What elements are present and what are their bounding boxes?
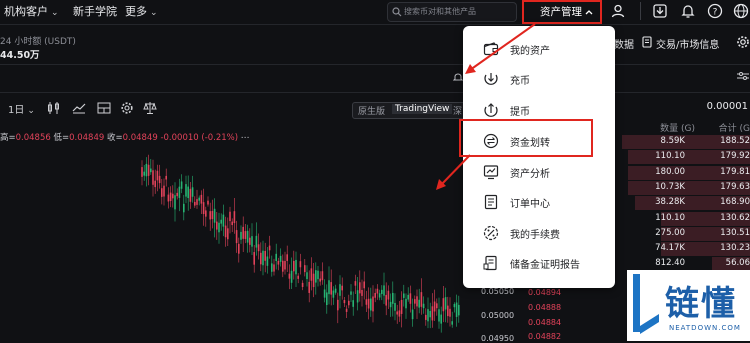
logo-mark-icon bbox=[633, 274, 659, 334]
logo-brand-text: 链懂 bbox=[665, 284, 737, 324]
logo-domain-text: NEATDOWN.COM bbox=[669, 324, 741, 332]
annotation-arrow bbox=[439, 154, 471, 187]
watermark-logo: 链懂 NEATDOWN.COM bbox=[627, 270, 750, 341]
arrow-head bbox=[465, 64, 476, 74]
annotation-arrow bbox=[469, 23, 536, 71]
